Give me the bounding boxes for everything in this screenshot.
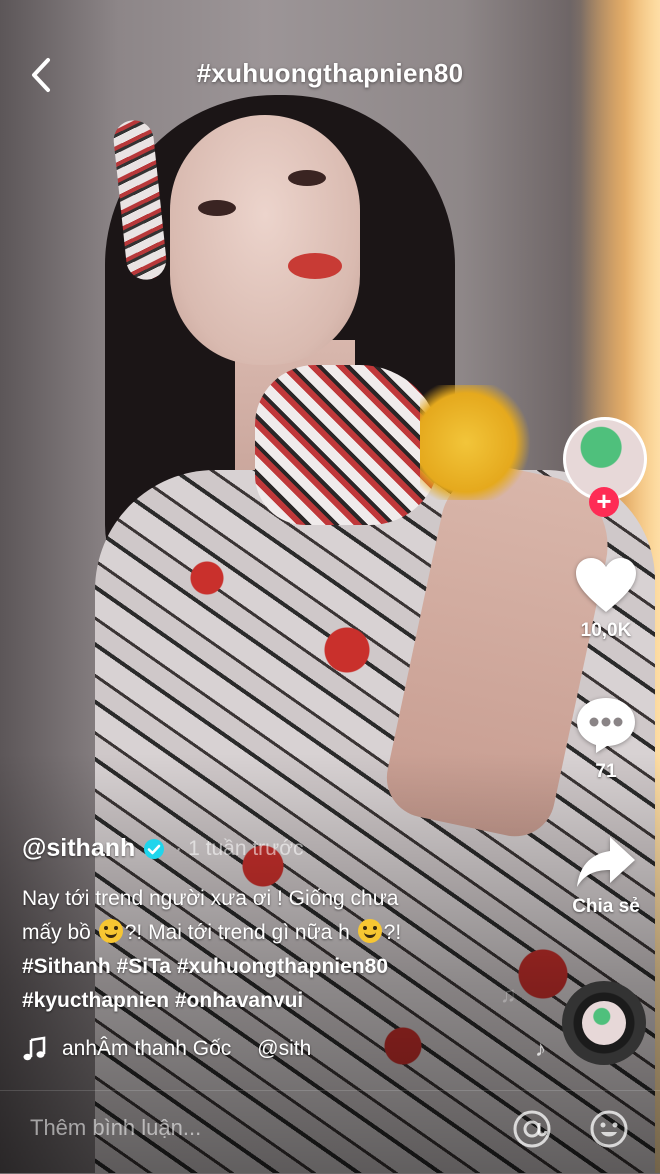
emoji-picker-icon[interactable] [589,1109,629,1149]
share-label: Chia sẻ [572,896,640,917]
laughing-emoji-icon [357,919,382,943]
video-subject-scarf [255,365,440,525]
follow-button[interactable]: + [589,487,619,517]
post-caption: Nay tới trend người xưa ơi ! Giống chưa … [22,882,502,1018]
mention-icon[interactable] [512,1109,552,1149]
floating-note-icon: ♪ [535,1036,546,1061]
hashtags-line[interactable]: #Sithanh #SiTa #xuhuongthapnien80 [22,950,502,984]
share-button[interactable]: Chia sẻ [560,834,652,918]
verified-badge-icon [144,838,165,859]
like-button[interactable]: 10,0K [560,556,652,642]
eye [288,170,326,186]
post-time: · 1 tuần trước [175,836,304,860]
lips [288,253,342,279]
hashtags-line[interactable]: #kyucthapnien #onhavanvui [22,984,502,1018]
video-subject-flower [420,385,535,500]
comment-bubble-icon [577,698,635,753]
music-ticker[interactable]: anhÂm thanh Gốc @sith [22,1036,382,1062]
caption-line: mấy bồ ?! Mai tới trend gì nữa h ?! [22,916,502,950]
eye [198,200,236,216]
caption-text: ?! Mai tới trend gì nữa h [124,921,350,944]
author-row: @sithanh · 1 tuần trước [22,834,304,863]
music-note-icon [23,1036,46,1061]
comment-input[interactable]: Thêm bình luận... [30,1115,201,1141]
page-title: #xuhuongthapnien80 [196,58,464,88]
music-title: anhÂm thanh Gốc [62,1037,232,1060]
floating-note-icon: ♫ [500,982,517,1007]
caption-text: ?! [383,921,402,944]
post-time-text: 1 tuần trước [188,836,304,860]
music-disc-cover [582,1001,626,1045]
comment-button[interactable]: 71 [560,695,652,783]
music-disc[interactable] [562,981,646,1065]
caption-text: mấy bồ [22,921,91,944]
caption-line: Nay tới trend người xưa ơi ! Giống chưa [22,887,399,910]
plus-icon: + [596,486,612,516]
music-author: @sith [257,1037,312,1060]
author-handle[interactable]: @sithanh [22,834,135,863]
comment-count: 71 [595,761,617,782]
heart-icon [576,558,636,612]
video-subject-face [170,115,360,365]
grinning-emoji-icon [98,919,123,943]
share-arrow-icon [577,837,635,887]
comment-bar: Thêm bình luận... [0,1090,660,1174]
like-count: 10,0K [580,620,632,641]
